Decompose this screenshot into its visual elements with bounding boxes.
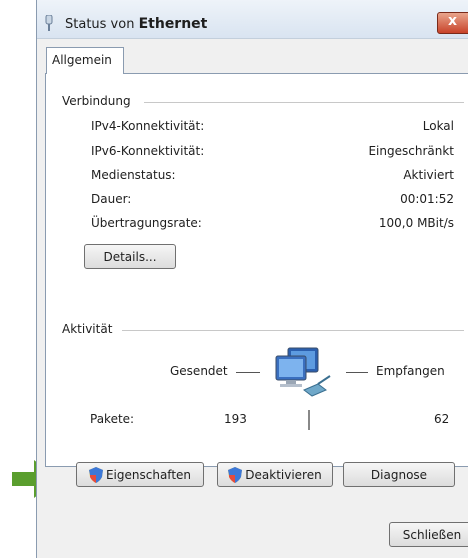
ipv6-label: IPv6-Konnektivität: <box>91 144 205 158</box>
tab-allgemein[interactable]: Allgemein <box>46 47 124 74</box>
details-button-label: Details... <box>103 249 157 264</box>
close-icon: x <box>448 13 458 29</box>
properties-button[interactable]: Eigenschaften <box>76 462 204 487</box>
sent-label: Gesendet <box>170 364 228 378</box>
network-adapter-icon <box>45 15 53 31</box>
media-status-label: Medienstatus: <box>91 168 176 182</box>
connection-group-divider <box>144 102 464 103</box>
activity-separator <box>308 410 310 430</box>
tab-panel-general: Verbindung IPv4-Konnektivität: Lokal IPv… <box>45 73 468 487</box>
received-label: Empfangen <box>376 364 445 378</box>
close-button[interactable]: Schließen <box>389 522 468 547</box>
diagnose-button-label: Diagnose <box>370 467 428 482</box>
diagnose-button[interactable]: Diagnose <box>343 462 455 487</box>
title-bar: Status von Ethernet x <box>37 0 468 39</box>
close-button-label: Schließen <box>402 527 462 542</box>
sent-dash <box>236 372 260 373</box>
speed-value: 100,0 MBit/s <box>378 216 454 230</box>
connection-group-label: Verbindung <box>62 94 131 108</box>
details-button[interactable]: Details... <box>84 244 176 269</box>
window-title-name: Ethernet <box>138 16 208 32</box>
duration-label: Dauer: <box>91 192 132 206</box>
ipv4-value: Lokal <box>422 119 454 133</box>
window-close-button[interactable]: x <box>437 12 468 34</box>
window-title: Status von Ethernet <box>65 16 207 32</box>
tab-allgemein-label: Allgemein <box>52 53 112 67</box>
packets-label: Pakete: <box>90 412 135 426</box>
disable-button-label: Deaktivieren <box>245 467 322 482</box>
speed-label: Übertragungsrate: <box>91 216 202 230</box>
admin-shield-icon <box>228 466 243 483</box>
ipv4-label: IPv4-Konnektivität: <box>91 119 205 133</box>
ipv6-value: Eingeschränkt <box>368 144 454 158</box>
duration-value: 00:01:52 <box>400 192 454 206</box>
activity-group-label: Aktivität <box>62 322 113 336</box>
network-computers-icon <box>275 347 331 397</box>
activity-group-divider <box>122 330 464 331</box>
packets-sent-value: 193 <box>224 412 247 426</box>
disable-button[interactable]: Deaktivieren <box>217 462 333 487</box>
admin-shield-icon <box>88 466 103 483</box>
media-status-value: Aktiviert <box>403 168 454 182</box>
properties-button-label: Eigenschaften <box>105 467 192 482</box>
status-dialog: Status von Ethernet x Allgemein Verbindu… <box>36 0 468 558</box>
received-dash <box>346 372 368 373</box>
window-title-prefix: Status von <box>65 17 135 32</box>
packets-received-value: 62 <box>434 412 450 426</box>
